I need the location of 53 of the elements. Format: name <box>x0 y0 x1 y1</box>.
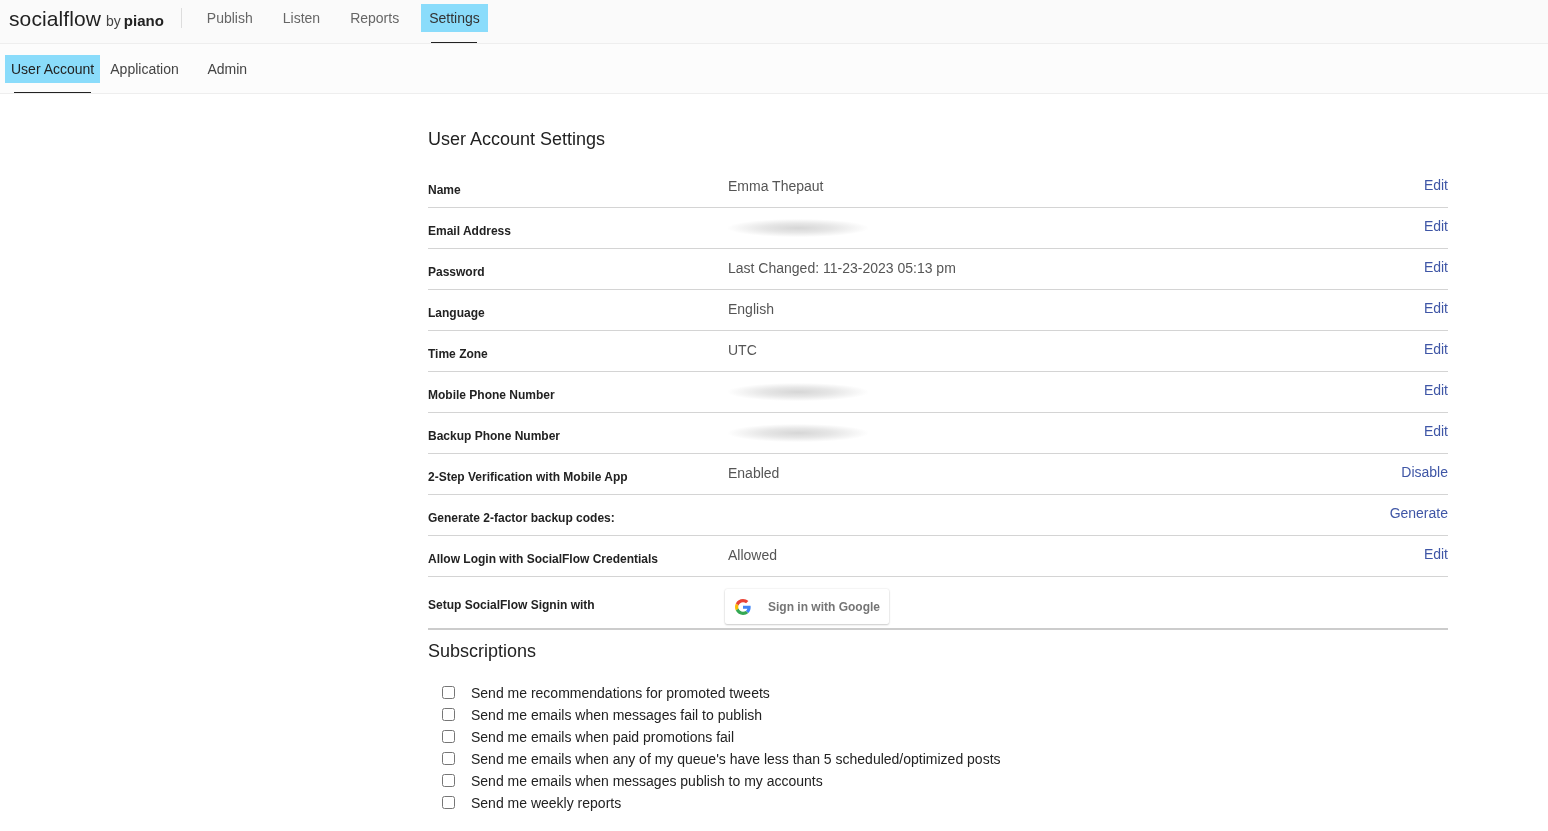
row-action-link[interactable]: Edit <box>1423 382 1448 398</box>
subscription-label: Send me recommendations for promoted tweets <box>471 685 770 701</box>
subscription-label: Send me weekly reports <box>471 795 622 811</box>
row-action-link[interactable]: Edit <box>1423 259 1448 275</box>
logo-by-text: by <box>106 12 121 31</box>
logo-wordmark: socialflow <box>9 6 102 32</box>
setting-label: Backup Phone Number <box>428 427 562 443</box>
setting-label: Password <box>428 263 486 279</box>
checkbox[interactable] <box>442 729 455 743</box>
setting-value: UTC <box>728 342 757 360</box>
google-signin-button[interactable]: Sign in with Google <box>725 589 889 624</box>
row-action-link[interactable]: Edit <box>1423 341 1448 357</box>
checkbox[interactable] <box>442 707 455 721</box>
setting-value: Allowed <box>728 547 778 565</box>
setting-label: Setup SocialFlow Signin with <box>428 597 596 612</box>
sub-tab[interactable]: Admin <box>201 55 254 83</box>
logo-brand: piano <box>123 11 164 31</box>
subscription-label: Send me emails when messages publish to my accounts <box>471 773 823 789</box>
row-action-link[interactable]: Edit <box>1423 177 1448 193</box>
section-title: User Account Settings <box>428 128 607 150</box>
row-action-link[interactable]: Edit <box>1423 300 1448 316</box>
section-title: Subscriptions <box>428 640 538 662</box>
google-g-icon <box>735 598 751 615</box>
setting-label: Email Address <box>428 222 512 238</box>
setting-label: Name <box>428 181 462 197</box>
setting-label: Allow Login with SocialFlow Credentials <box>428 550 659 566</box>
row-action-link[interactable]: Generate <box>1389 505 1448 521</box>
subscription-label: Send me emails when any of my queue's have less than 5 scheduled/optimized posts <box>471 751 1001 767</box>
setting-value: Emma Thepaut <box>728 178 824 196</box>
setting-label: Generate 2-factor backup codes: <box>428 509 616 525</box>
row-action-link[interactable]: Edit <box>1423 546 1448 562</box>
nav-tab[interactable]: Publish <box>198 4 261 32</box>
nav-tab[interactable]: Settings <box>421 4 488 32</box>
nav-tab[interactable]: Listen <box>274 4 329 32</box>
setting-label: Language <box>428 304 486 320</box>
nav-tab[interactable]: Reports <box>342 4 408 32</box>
setting-value: Last Changed: 11-23-2023 05:13 pm <box>728 260 956 278</box>
sub-tab[interactable]: Application <box>104 55 185 83</box>
setting-label: Time Zone <box>428 345 489 361</box>
row-action-link[interactable]: Edit <box>1423 218 1448 234</box>
setting-value: Enabled <box>728 465 780 483</box>
sub-tab[interactable]: User Account <box>5 55 101 83</box>
checkbox[interactable] <box>442 773 455 787</box>
setting-label: 2-Step Verification with Mobile App <box>428 468 629 484</box>
subscription-label: Send me emails when paid promotions fail <box>471 729 735 745</box>
checkbox[interactable] <box>442 685 455 699</box>
setting-label: Mobile Phone Number <box>428 386 556 402</box>
row-action-link[interactable]: Edit <box>1423 423 1448 439</box>
setting-value: English <box>728 301 774 319</box>
row-action-link[interactable]: Disable <box>1401 464 1448 480</box>
checkbox[interactable] <box>442 795 455 809</box>
subscription-label: Send me emails when messages fail to publish <box>471 707 763 723</box>
checkbox[interactable] <box>442 751 455 765</box>
